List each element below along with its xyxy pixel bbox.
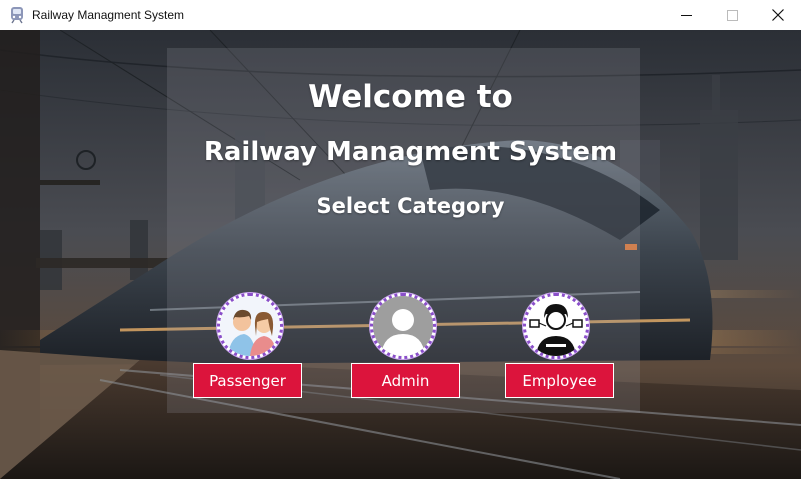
admin-button[interactable]: Admin: [351, 363, 460, 398]
system-name-heading: Railway Managment System: [203, 137, 618, 167]
window-titlebar: Railway Managment System: [0, 0, 801, 30]
minimize-icon: [680, 14, 692, 16]
minimize-button[interactable]: [663, 0, 709, 30]
employee-button[interactable]: Employee: [505, 363, 614, 398]
maximize-button[interactable]: [709, 0, 755, 30]
close-icon: [772, 9, 784, 21]
passenger-button[interactable]: Passenger: [193, 363, 302, 398]
employee-avatar-graphic: [526, 296, 586, 356]
passenger-avatar-icon[interactable]: [217, 293, 283, 359]
admin-avatar-icon[interactable]: [370, 293, 436, 359]
passenger-avatar-graphic: [220, 296, 280, 356]
window-title: Railway Managment System: [32, 8, 185, 22]
select-category-heading: Select Category: [316, 194, 505, 218]
close-button[interactable]: [755, 0, 801, 30]
train-app-icon: [11, 7, 23, 24]
employee-avatar-icon[interactable]: [523, 293, 589, 359]
maximize-icon: [726, 9, 738, 21]
welcome-heading: Welcome to: [308, 79, 513, 115]
admin-avatar-graphic: [373, 296, 433, 356]
